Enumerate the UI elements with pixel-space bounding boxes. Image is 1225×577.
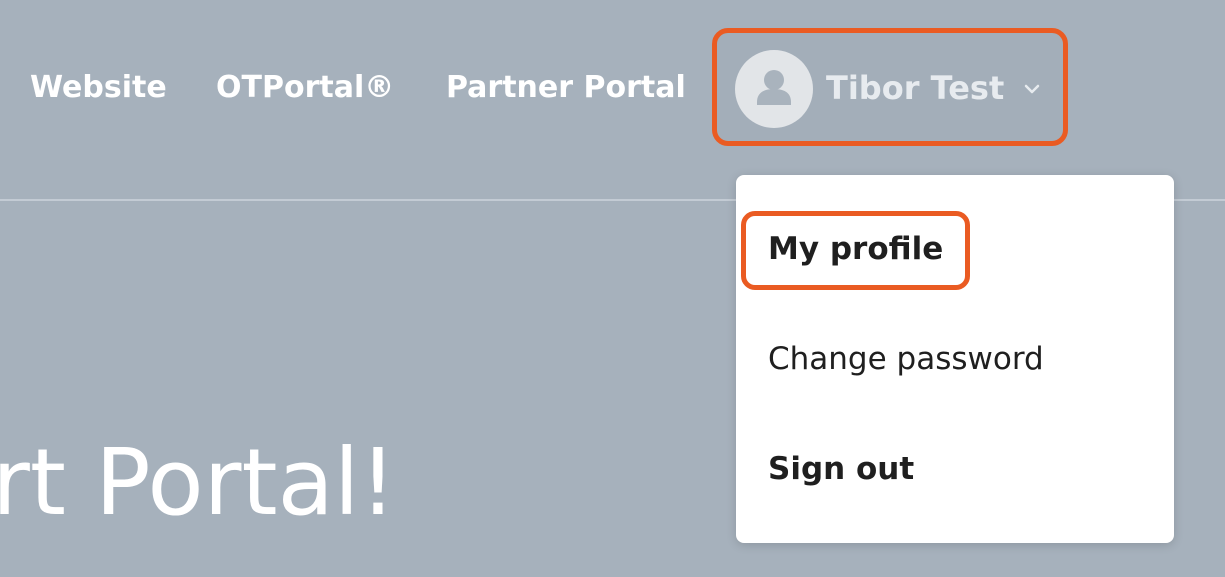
my-profile-highlight — [741, 211, 970, 290]
user-silhouette-icon — [757, 70, 791, 105]
website-link[interactable]: Website — [30, 64, 167, 112]
otportal-link[interactable]: OTPortal® — [216, 64, 394, 112]
sign-out-menu-item[interactable]: Sign out — [768, 447, 914, 491]
change-password-menu-item[interactable]: Change password — [768, 337, 1044, 381]
user-name[interactable]: Tibor Test — [826, 64, 1004, 112]
page-title: rt Portal! — [0, 429, 397, 536]
chevron-down-icon[interactable] — [1022, 79, 1042, 99]
partner-portal-link[interactable]: Partner Portal — [446, 64, 686, 112]
avatar[interactable] — [735, 50, 813, 128]
